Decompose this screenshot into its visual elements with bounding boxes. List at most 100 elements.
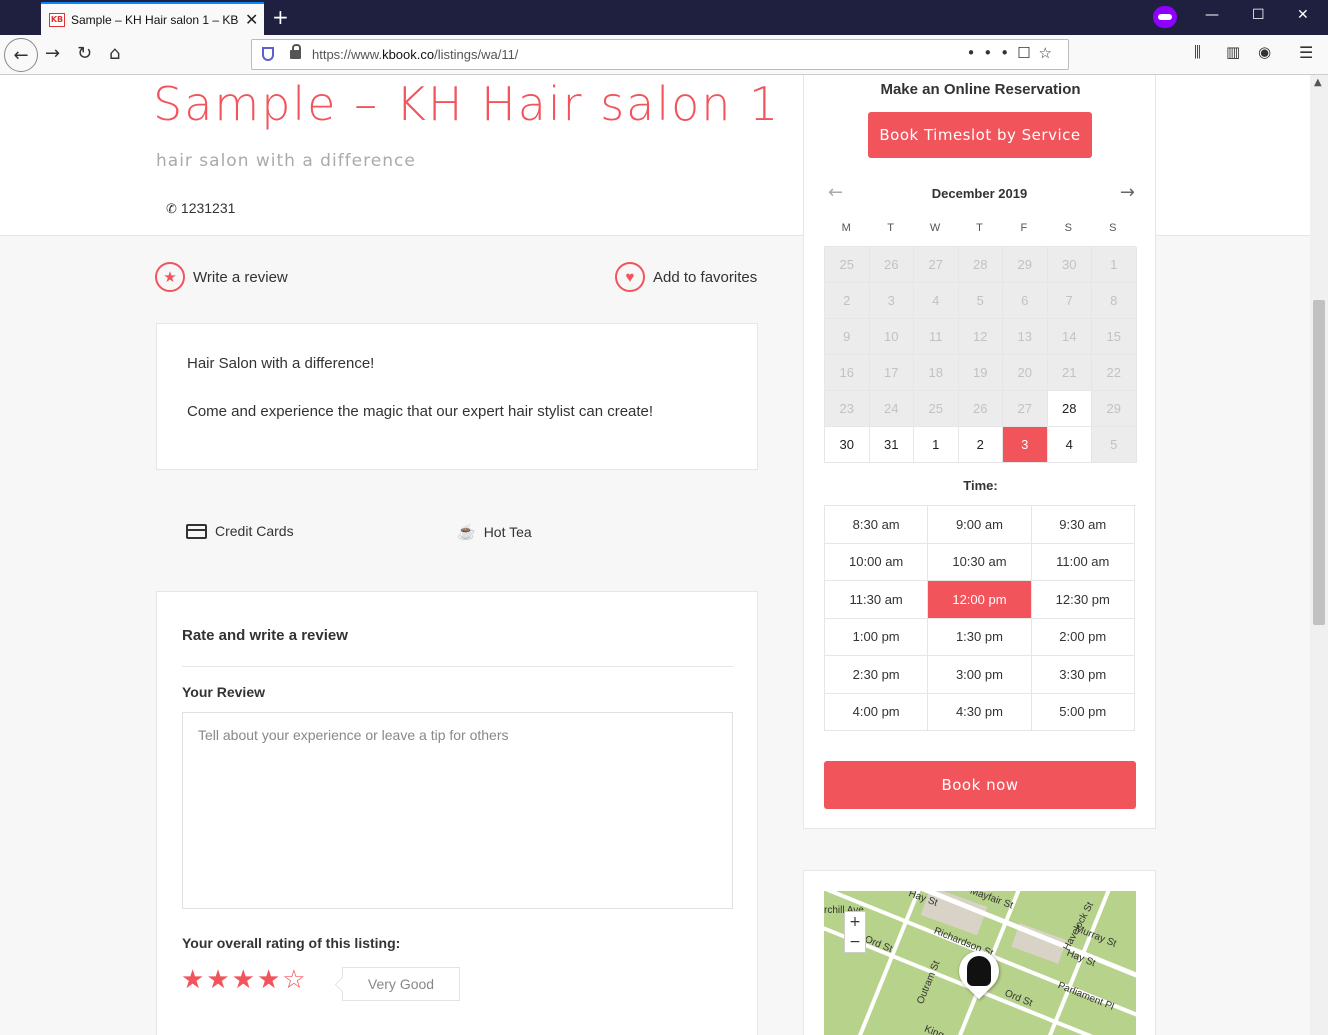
time-slot[interactable]: 3:30 pm xyxy=(1031,656,1135,694)
time-slots: 8:30 am 9:00 am 9:30 am 10:00 am 10:30 am 11:… xyxy=(824,505,1136,731)
time-slot[interactable]: 9:30 am xyxy=(1031,506,1135,544)
time-slot[interactable]: 11:00 am xyxy=(1031,543,1135,581)
time-slot[interactable]: 1:30 pm xyxy=(928,618,1032,656)
new-tab-icon[interactable]: + xyxy=(272,5,289,29)
review-label: Your Review xyxy=(182,684,265,700)
time-slot[interactable]: 8:30 am xyxy=(825,506,929,544)
page-scrollbar[interactable]: ▲ xyxy=(1310,75,1328,1035)
time-slot[interactable]: 10:30 am xyxy=(928,543,1032,581)
minimize-icon[interactable]: — xyxy=(1205,7,1219,23)
coffee-cup-icon: ☕ xyxy=(457,524,476,541)
back-icon[interactable]: ← xyxy=(4,38,38,72)
time-slot[interactable]: 3:00 pm xyxy=(928,656,1032,694)
calendar-day[interactable]: 31 xyxy=(869,427,914,463)
calendar-day[interactable]: 2 xyxy=(958,427,1003,463)
time-slot[interactable]: 12:00 pm xyxy=(928,581,1032,619)
calendar-day: 6 xyxy=(1003,283,1048,319)
library-icon[interactable]: ⫼ xyxy=(1194,43,1201,61)
star-empty-icon[interactable]: ☆ xyxy=(282,965,305,995)
calendar-day: 16 xyxy=(825,355,870,391)
calendar-day[interactable]: 1 xyxy=(914,427,959,463)
star-filled-icon[interactable]: ★ xyxy=(181,965,204,995)
calendar-month: December 2019 xyxy=(931,186,1028,201)
heart-icon: ♥ xyxy=(615,262,645,292)
weekday-label: F xyxy=(1020,222,1028,234)
weekday-label: M xyxy=(841,222,851,234)
calendar-day[interactable]: 28 xyxy=(1047,391,1092,427)
calendar-day: 2 xyxy=(825,283,870,319)
sidebar-icon[interactable]: ▥ xyxy=(1226,43,1240,61)
star-filled-icon[interactable]: ★ xyxy=(206,965,229,995)
map-card: Hay St Mayfair St Murray St Havelock St … xyxy=(803,870,1156,1035)
time-slot[interactable]: 4:00 pm xyxy=(825,693,929,731)
page-content: Sample – KH Hair salon 1 hair salon with… xyxy=(0,75,1310,1035)
reservation-heading: Make an Online Reservation xyxy=(880,81,1081,98)
time-slot[interactable]: 5:00 pm xyxy=(1031,693,1135,731)
time-slot[interactable]: 1:00 pm xyxy=(825,618,929,656)
scrollbar-thumb[interactable] xyxy=(1313,300,1325,625)
page-actions-icon[interactable]: •••☐☆ xyxy=(967,44,1060,62)
lock-icon[interactable] xyxy=(290,44,301,59)
browser-chrome: KB Sample – KH Hair salon 1 – KBo ✕ + — … xyxy=(0,0,1328,75)
salon-logo-icon xyxy=(967,956,991,986)
time-slot[interactable]: 4:30 pm xyxy=(928,693,1032,731)
reservation-widget: Make an Online Reservation Book Timeslot… xyxy=(803,75,1156,829)
time-slot[interactable]: 12:30 pm xyxy=(1031,581,1135,619)
browser-tab[interactable]: KB Sample – KH Hair salon 1 – KBo ✕ xyxy=(41,2,264,35)
calendar-day: 13 xyxy=(1003,319,1048,355)
favicon-icon: KB xyxy=(49,12,65,27)
calendar-grid: 25 26 27 28 29 30 1 2 3 4 5 6 7 8 9 10 11 12 13 14 15 16 17 18 1… xyxy=(824,246,1137,463)
tab-bar: KB Sample – KH Hair salon 1 – KBo ✕ + — … xyxy=(0,0,1328,35)
rating-stars[interactable]: ★ ★ ★ ★ ☆ xyxy=(181,965,308,995)
home-icon[interactable]: ⌂ xyxy=(109,43,120,64)
book-timeslot-button[interactable]: Book Timeslot by Service xyxy=(868,112,1092,158)
zoom-in-icon[interactable]: + xyxy=(845,912,865,932)
time-slot[interactable]: 10:00 am xyxy=(825,543,929,581)
address-bar[interactable]: https://www.kbook.co/listings/wa/11/ •••… xyxy=(251,39,1069,70)
calendar-day[interactable]: 30 xyxy=(825,427,870,463)
menu-icon[interactable]: ☰ xyxy=(1299,43,1313,62)
book-now-button[interactable]: Book now xyxy=(824,761,1136,809)
calendar-day: 15 xyxy=(1092,319,1137,355)
calendar-day: 17 xyxy=(869,355,914,391)
write-review-link[interactable]: ★ Write a review xyxy=(155,262,288,292)
time-slot[interactable]: 9:00 am xyxy=(928,506,1032,544)
weekday-header: MTWTFSS xyxy=(824,222,1135,234)
maximize-icon[interactable]: ☐ xyxy=(1252,7,1265,23)
calendar-day: 5 xyxy=(1092,427,1137,463)
private-mask-icon xyxy=(1153,6,1177,28)
close-tab-icon[interactable]: ✕ xyxy=(245,10,258,29)
time-slot[interactable]: 2:00 pm xyxy=(1031,618,1135,656)
star-filled-icon[interactable]: ★ xyxy=(232,965,255,995)
listing-description: Hair Salon with a difference! Come and e… xyxy=(156,323,758,470)
description-line: Come and experience the magic that our e… xyxy=(187,403,654,420)
time-slot[interactable]: 2:30 pm xyxy=(825,656,929,694)
shield-icon[interactable] xyxy=(262,47,274,61)
star-icon: ★ xyxy=(155,262,185,292)
close-window-icon[interactable]: ✕ xyxy=(1297,7,1309,23)
time-slot[interactable]: 11:30 am xyxy=(825,581,929,619)
calendar-day: 19 xyxy=(958,355,1003,391)
account-icon[interactable]: ◉ xyxy=(1258,43,1271,61)
star-filled-icon[interactable]: ★ xyxy=(257,965,280,995)
scroll-up-icon[interactable]: ▲ xyxy=(1314,77,1322,88)
calendar-day: 26 xyxy=(958,391,1003,427)
calendar-day: 20 xyxy=(1003,355,1048,391)
calendar-day[interactable]: 3 xyxy=(1003,427,1048,463)
reload-icon[interactable]: ↻ xyxy=(77,43,92,64)
calendar-day[interactable]: 4 xyxy=(1047,427,1092,463)
next-month-icon[interactable]: → xyxy=(1120,182,1135,203)
url-text: https://www.kbook.co/listings/wa/11/ xyxy=(312,47,519,62)
calendar-day: 28 xyxy=(958,247,1003,283)
location-map[interactable]: Hay St Mayfair St Murray St Havelock St … xyxy=(824,891,1136,1035)
zoom-out-icon[interactable]: − xyxy=(845,932,865,952)
add-favorites-link[interactable]: ♥ Add to favorites xyxy=(615,262,757,292)
forward-icon[interactable]: → xyxy=(45,43,60,64)
calendar-day: 29 xyxy=(1092,391,1137,427)
review-textarea[interactable] xyxy=(182,712,733,909)
listing-title: Sample – KH Hair salon 1 xyxy=(153,77,781,131)
weekday-label: T xyxy=(976,222,983,234)
map-zoom-control[interactable]: + − xyxy=(844,911,866,953)
calendar-day: 11 xyxy=(914,319,959,355)
weekday-label: S xyxy=(1064,222,1072,234)
